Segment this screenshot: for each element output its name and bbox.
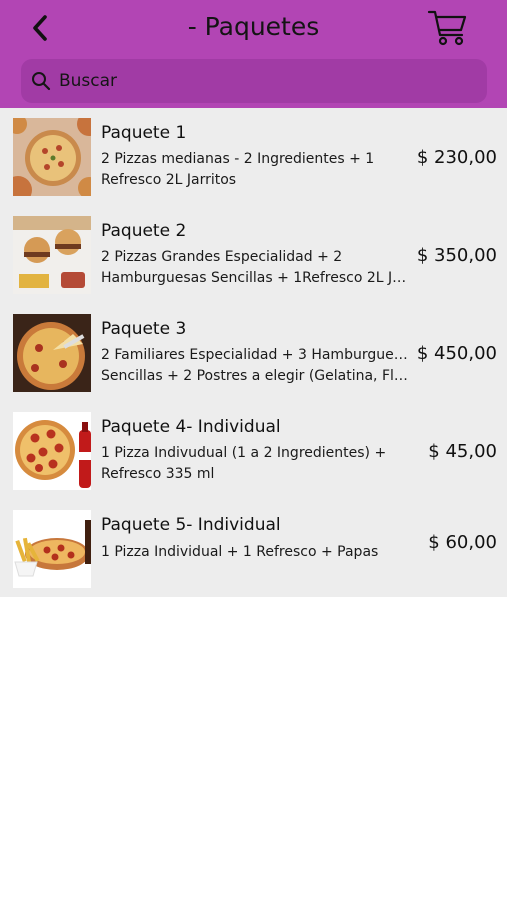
package-item-1[interactable]: Paquete 1 2 Pizzas medianas - 2 Ingredie…: [0, 108, 507, 206]
package-title: Paquete 5- Individual: [101, 515, 281, 535]
pepperoni-soda-photo: [13, 412, 91, 490]
package-item-5[interactable]: Paquete 5- Individual 1 Pizza Individual…: [0, 500, 507, 598]
cart-button[interactable]: [426, 7, 470, 49]
package-price: $ 60,00: [428, 532, 497, 553]
package-list: Paquete 1 2 Pizzas medianas - 2 Ingredie…: [0, 108, 507, 597]
description-line: Hamburguesas Sencillas + 1Refresco 2L Ja…: [101, 270, 413, 286]
description-line: 2 Familiares Especialidad + 3 Hamburgues…: [101, 347, 413, 363]
package-price: $ 350,00: [416, 245, 497, 266]
package-title: Paquete 3: [101, 319, 187, 339]
search-bar[interactable]: [21, 59, 487, 103]
description-line: 2 Pizzas Grandes Especialidad + 2: [101, 249, 343, 265]
chevron-left-icon: [33, 15, 47, 41]
package-title: Paquete 4- Individual: [101, 417, 281, 437]
page-title: - Paquetes: [187, 12, 320, 41]
package-item-2[interactable]: Paquete 2 2 Pizzas Grandes Especialidad …: [0, 206, 507, 304]
description-line: 2 Pizzas medianas - 2 Ingredientes + 1: [101, 151, 375, 167]
back-button[interactable]: [24, 12, 56, 44]
description-line: 1 Pizza Individual + 1 Refresco + Papas: [101, 544, 379, 560]
package-title: Paquete 1: [101, 123, 187, 143]
package-title: Paquete 2: [101, 221, 187, 241]
shopping-cart-icon: [427, 10, 467, 46]
app-header: - Paquetes: [0, 0, 507, 108]
package-description: 2 Pizzas Grandes Especialidad + 2 Hambur…: [101, 247, 413, 289]
package-description: 1 Pizza Individual + 1 Refresco + Papas: [101, 542, 413, 563]
burgers-photo: [13, 216, 91, 294]
package-description: 2 Familiares Especialidad + 3 Hamburgues…: [101, 345, 413, 387]
package-description: 1 Pizza Indivudual (1 a 2 Ingredientes) …: [101, 443, 413, 485]
search-icon: [31, 71, 51, 91]
package-item-4[interactable]: Paquete 4- Individual 1 Pizza Indivudual…: [0, 402, 507, 500]
description-line: Sencillas + 2 Postres a elegir (Gelatina…: [101, 368, 413, 384]
pizzas-photo: [13, 118, 91, 196]
pizza-fries-photo: [13, 510, 91, 588]
search-input[interactable]: [59, 59, 487, 103]
package-price: $ 450,00: [416, 343, 497, 364]
cheese-pizza-photo: [13, 314, 91, 392]
description-line: Refresco 335 ml: [101, 466, 215, 482]
package-price: $ 230,00: [416, 147, 497, 168]
package-description: 2 Pizzas medianas - 2 Ingredientes + 1 R…: [101, 149, 413, 191]
package-item-3[interactable]: Paquete 3 2 Familiares Especialidad + 3 …: [0, 304, 507, 402]
package-price: $ 45,00: [428, 441, 497, 462]
description-line: 1 Pizza Indivudual (1 a 2 Ingredientes) …: [101, 445, 387, 461]
description-line: Refresco 2L Jarritos: [101, 172, 237, 188]
